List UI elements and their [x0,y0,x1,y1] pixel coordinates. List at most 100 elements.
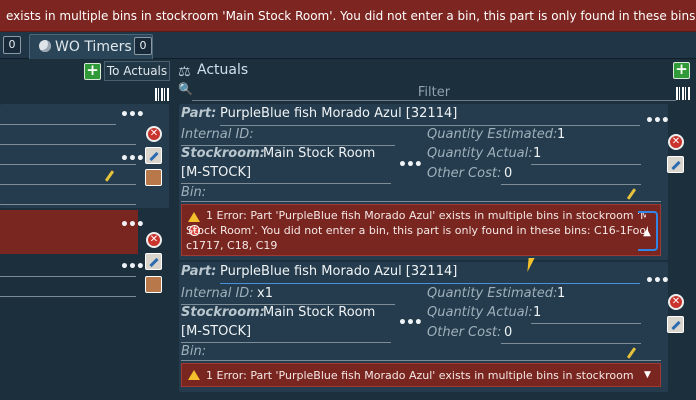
scales-icon: ⚖ [178,64,191,80]
cursor-icon [527,258,535,272]
ellipsis-icon[interactable]: ••• [645,114,670,128]
field-underline [0,144,136,145]
field-underline [0,184,136,185]
delete-icon[interactable]: ✕ [668,294,684,310]
field-underline [0,204,136,205]
edit-icon[interactable] [145,253,162,270]
ellipsis-icon[interactable]: ••• [645,274,670,288]
app-root: exists in multiple bins in stockroom 'Ma… [0,0,696,400]
warning-icon [188,370,200,380]
bin-label: Bin: [181,185,207,200]
timer-icon [39,40,51,52]
pencil-icon[interactable] [626,188,637,200]
error-message: ✕ 1 Error: Part 'PurpleBlue fish Morado … [181,204,661,256]
stockroom-code[interactable]: [M-STOCK] [181,165,251,180]
error-banner-text: exists in multiple bins in stockroom 'Ma… [6,9,696,23]
tab-count-badge: 0 [134,37,152,55]
ellipsis-icon[interactable]: ••• [120,152,145,166]
field-underline [220,125,640,126]
search-icon: 🔍 [178,82,193,96]
part-value[interactable]: PurpleBlue fish Morado Azul [32114] [220,264,457,279]
field-underline [0,276,136,277]
actual-card: Part: PurpleBlue fish Morado Azul [32114… [179,104,670,260]
field-underline [0,296,136,297]
field-underline [0,164,136,165]
error-text-line: c1717, C18, C19 [186,239,278,252]
stockroom-value[interactable]: Main Stock Room [263,146,375,161]
stockroom-label: Stockroom: [181,305,265,320]
ellipsis-icon[interactable]: ••• [120,108,145,122]
part-value[interactable]: PurpleBlue fish Morado Azul [32114] [220,106,457,121]
part-label: Part: [181,264,217,279]
left-card: ••• ✕ ••• [0,216,169,316]
barcode-icon[interactable] [676,87,690,100]
error-text-line: 1 Error: Part 'PurpleBlue fish Morado Az… [206,369,636,382]
field-underline [220,283,640,284]
qty-est-value: 1 [557,286,566,301]
left-card: ••• ✕ ••• [0,104,169,208]
panel-title: Actuals [197,62,249,78]
qty-act-value[interactable]: 1 [533,305,541,320]
delete-icon[interactable]: ✕ [668,134,684,150]
qty-act-label: Quantity Actual: [427,305,533,320]
bin-field[interactable] [181,201,661,202]
error-message[interactable]: 1 Error: Part 'PurpleBlue fish Morado Az… [181,363,661,387]
other-cost-label: Other Cost: [427,325,502,340]
edit-icon[interactable] [667,316,684,333]
part-label: Part: [181,106,217,121]
tab-strip: 0 WO Timers 0 [0,32,696,59]
filter-input[interactable]: Filter [192,86,676,101]
field-underline [531,164,641,165]
qty-act-label: Quantity Actual: [427,146,533,161]
error-text-line: Stock Room'. You did not enter a bin, th… [186,224,648,237]
field-underline [501,184,641,185]
qty-act-value[interactable]: 1 [533,146,541,161]
other-cost-label: Other Cost: [427,166,502,181]
chevron-up-icon[interactable]: ▲ [638,211,658,251]
internal-id-label: Internal ID: [181,127,254,142]
delete-icon[interactable]: ✕ [146,232,162,248]
actuals-panel: ⚖ Actuals + 🔍 Filter Part: PurpleBlue fi… [176,60,696,400]
chevron-down-icon[interactable]: ▼ [644,368,651,383]
field-underline [181,183,391,184]
other-cost-value[interactable]: 0 [504,325,512,340]
field-underline [181,342,391,343]
ellipsis-icon[interactable]: ••• [120,218,145,232]
pencil-icon[interactable] [626,347,637,359]
stockroom-value[interactable]: Main Stock Room [263,305,375,320]
ellipsis-icon[interactable]: ••• [120,260,145,274]
ellipsis-icon[interactable]: ••• [398,158,423,172]
edit-icon[interactable] [667,156,684,173]
internal-id-label: Internal ID: [181,286,254,301]
ellipsis-icon[interactable]: ••• [398,316,423,330]
bin-field[interactable] [181,360,661,361]
field-underline [531,323,641,324]
actual-card: Part: PurpleBlue fish Morado Azul [32114… [179,262,670,392]
field-underline [501,343,641,344]
tab-label: WO Timers [55,39,132,55]
stockroom-code[interactable]: [M-STOCK] [181,324,251,339]
qty-est-label: Quantity Estimated: [427,127,558,142]
error-banner: exists in multiple bins in stockroom 'Ma… [0,0,696,32]
to-actuals-button[interactable]: To Actuals [104,61,170,81]
qty-est-label: Quantity Estimated: [427,286,558,301]
internal-id-value[interactable]: x1 [257,286,273,301]
tab-count-badge: 0 [3,36,21,54]
left-panel: + To Actuals ••• ✕ ••• ••• ✕ ••• [0,60,172,400]
pencil-icon[interactable] [104,170,115,182]
barcode-icon[interactable] [155,88,169,101]
field-underline [0,124,116,125]
delete-icon[interactable]: ✕ [146,126,162,142]
stockroom-label: Stockroom: [181,146,265,161]
other-cost-value[interactable]: 0 [504,166,512,181]
qty-est-value: 1 [557,127,566,142]
plus-icon[interactable]: + [84,63,101,80]
warning-icon [188,212,200,222]
bin-label: Bin: [181,344,207,359]
edit-icon[interactable] [145,147,162,164]
tab-wo-timers[interactable]: WO Timers 0 [29,34,153,59]
plus-icon[interactable]: + [673,62,690,79]
box-icon[interactable] [145,169,162,186]
box-icon[interactable] [145,276,162,293]
error-text-line: 1 Error: Part 'PurpleBlue fish Morado Az… [206,209,646,222]
